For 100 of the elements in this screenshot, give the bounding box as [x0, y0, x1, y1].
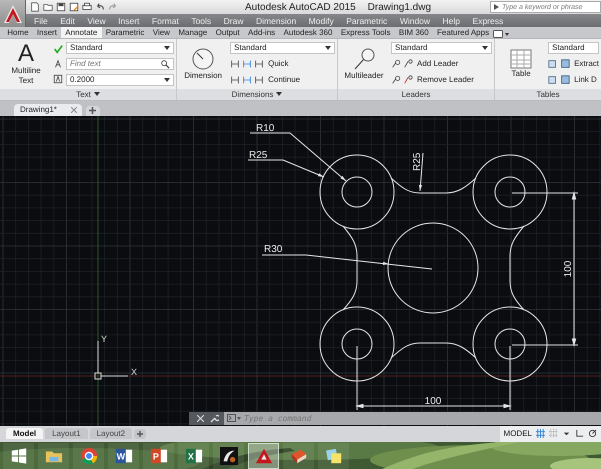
menu-item[interactable]: File	[34, 16, 48, 26]
menu-item[interactable]: View	[87, 16, 106, 26]
menu-item[interactable]: Help	[442, 16, 460, 26]
application-button[interactable]	[0, 0, 26, 27]
dimension-tool-icon[interactable]	[230, 58, 240, 69]
grid-icon[interactable]	[536, 429, 545, 438]
ribbon-tab[interactable]: Add-ins	[244, 27, 280, 38]
layout-tab[interactable]: Layout1	[45, 428, 88, 440]
find-text-icon[interactable]	[53, 58, 63, 69]
ribbon-tab[interactable]: Express Tools	[336, 27, 395, 38]
dimension-tool-icon[interactable]	[254, 58, 264, 69]
command-prompt-icon[interactable]	[227, 414, 241, 422]
menu-item[interactable]: Tools	[191, 16, 212, 26]
expand-arrow-icon[interactable]	[494, 4, 499, 10]
table-icon	[510, 48, 532, 69]
tool-button[interactable]: Link D	[574, 75, 597, 84]
ribbon-tab[interactable]: Autodesk 360	[279, 27, 337, 38]
caret-icon	[94, 92, 100, 96]
menu-item[interactable]: Draw	[224, 16, 244, 26]
text-style-dropdown[interactable]: Standard	[66, 42, 174, 54]
new-layout-button[interactable]	[134, 428, 146, 439]
table-style-dropdown[interactable]: Standard	[548, 42, 599, 54]
file-tab[interactable]: Drawing1*	[14, 104, 82, 116]
menu-item[interactable]: Window	[400, 16, 430, 26]
menu-item[interactable]: Express	[472, 16, 504, 26]
leader-tool-icon[interactable]	[403, 74, 413, 85]
taskbar-button[interactable]: P	[143, 442, 174, 469]
sticky-notes-icon	[324, 446, 342, 465]
leader-tool-icon[interactable]	[391, 58, 401, 69]
leader-tool-icon[interactable]	[391, 74, 401, 85]
taskbar-button[interactable]: X	[178, 442, 209, 469]
tool-button[interactable]: Extract	[574, 59, 599, 68]
multileader-button[interactable]: Multileader	[340, 41, 388, 87]
find-text-field[interactable]: Find text	[70, 59, 160, 68]
new-tab-button[interactable]	[86, 106, 100, 116]
caret-icon	[482, 46, 488, 50]
text-height-dropdown[interactable]: 0.2000	[66, 74, 174, 86]
radius-label: R10	[256, 122, 274, 134]
text-height-icon[interactable]	[53, 74, 63, 84]
layout-tab[interactable]: Model	[6, 428, 44, 440]
ribbon-tab[interactable]: View	[148, 27, 174, 38]
menu-item[interactable]: Parametric	[346, 16, 388, 26]
ribbon-tab[interactable]: Insert	[32, 27, 62, 38]
undo-icon[interactable]	[95, 2, 105, 12]
taskbar-button[interactable]	[73, 442, 104, 469]
find-text-box[interactable]: Find text	[66, 58, 174, 70]
model-space-button[interactable]: MODEL	[504, 429, 532, 438]
save-icon[interactable]	[56, 2, 66, 12]
dimension-tool-icon[interactable]	[254, 74, 264, 85]
tool-button[interactable]: Continue	[268, 75, 300, 84]
taskbar-button[interactable]	[3, 442, 34, 469]
leader-line	[418, 152, 424, 192]
radius-label: R25	[249, 150, 268, 161]
panel-title[interactable]: Text	[76, 90, 91, 99]
open-folder-icon[interactable]	[43, 2, 53, 12]
leader-style-dropdown[interactable]: Standard	[391, 42, 492, 54]
menu-item[interactable]: Edit	[60, 16, 75, 26]
data-tool-icon[interactable]	[560, 58, 570, 69]
dimension-tool-icon[interactable]	[230, 74, 240, 85]
ucs-icon	[94, 340, 128, 380]
dimension-style-dropdown[interactable]: Standard	[230, 42, 335, 54]
ribbon-tab[interactable]: Annotate	[61, 27, 102, 38]
dimension-tool-icon[interactable]	[242, 58, 252, 69]
search-icon[interactable]	[160, 58, 170, 69]
ribbon-tab[interactable]: BIM 360	[394, 27, 433, 38]
tool-button[interactable]: Add Leader	[417, 59, 458, 68]
table-button[interactable]: Table	[497, 41, 546, 87]
new-file-icon[interactable]	[30, 2, 40, 12]
ribbon-tab[interactable]: Manage	[174, 27, 212, 38]
tool-button[interactable]: Remove Leader	[417, 75, 474, 84]
polar-icon[interactable]	[588, 429, 597, 438]
ribbon-tab[interactable]: Output	[211, 27, 244, 38]
wrench-icon[interactable]	[210, 414, 219, 423]
dimension-tool-icon[interactable]	[242, 74, 252, 85]
multiline-text-button[interactable]: A Multiline Text	[2, 41, 50, 87]
data-tool-icon[interactable]	[548, 74, 558, 85]
print-icon[interactable]	[82, 2, 92, 12]
ribbon-tab[interactable]: Featured Apps	[432, 27, 494, 38]
menu-item[interactable]: Format	[152, 16, 179, 26]
taskbar-button[interactable]	[213, 442, 244, 469]
minimize-ribbon-icon[interactable]	[493, 30, 510, 38]
layout-tab[interactable]: Layout2	[90, 428, 132, 440]
menu-item[interactable]: Modify	[308, 16, 334, 26]
ortho-icon[interactable]	[575, 429, 584, 438]
panel-title[interactable]: Tables	[536, 90, 560, 99]
tool-button[interactable]: Quick	[268, 59, 289, 68]
data-tool-icon[interactable]	[560, 74, 570, 85]
close-icon[interactable]	[70, 106, 77, 113]
ribbon-tab[interactable]: Parametric	[102, 27, 149, 38]
ribbon-tab[interactable]: Home	[3, 27, 33, 38]
dimension-button[interactable]: Dimension	[179, 41, 228, 87]
menu-item[interactable]: Insert	[118, 16, 140, 26]
save-as-icon[interactable]	[69, 2, 79, 12]
leader-tool-icon[interactable]	[403, 58, 413, 69]
spell-check-icon[interactable]	[53, 44, 63, 54]
taskbar-button[interactable]	[283, 442, 314, 469]
menu-item[interactable]: Dimension	[256, 16, 296, 26]
data-tool-icon[interactable]	[548, 58, 558, 69]
taskbar-button[interactable]: W	[108, 442, 139, 469]
panel-title[interactable]: Leaders	[402, 90, 430, 99]
